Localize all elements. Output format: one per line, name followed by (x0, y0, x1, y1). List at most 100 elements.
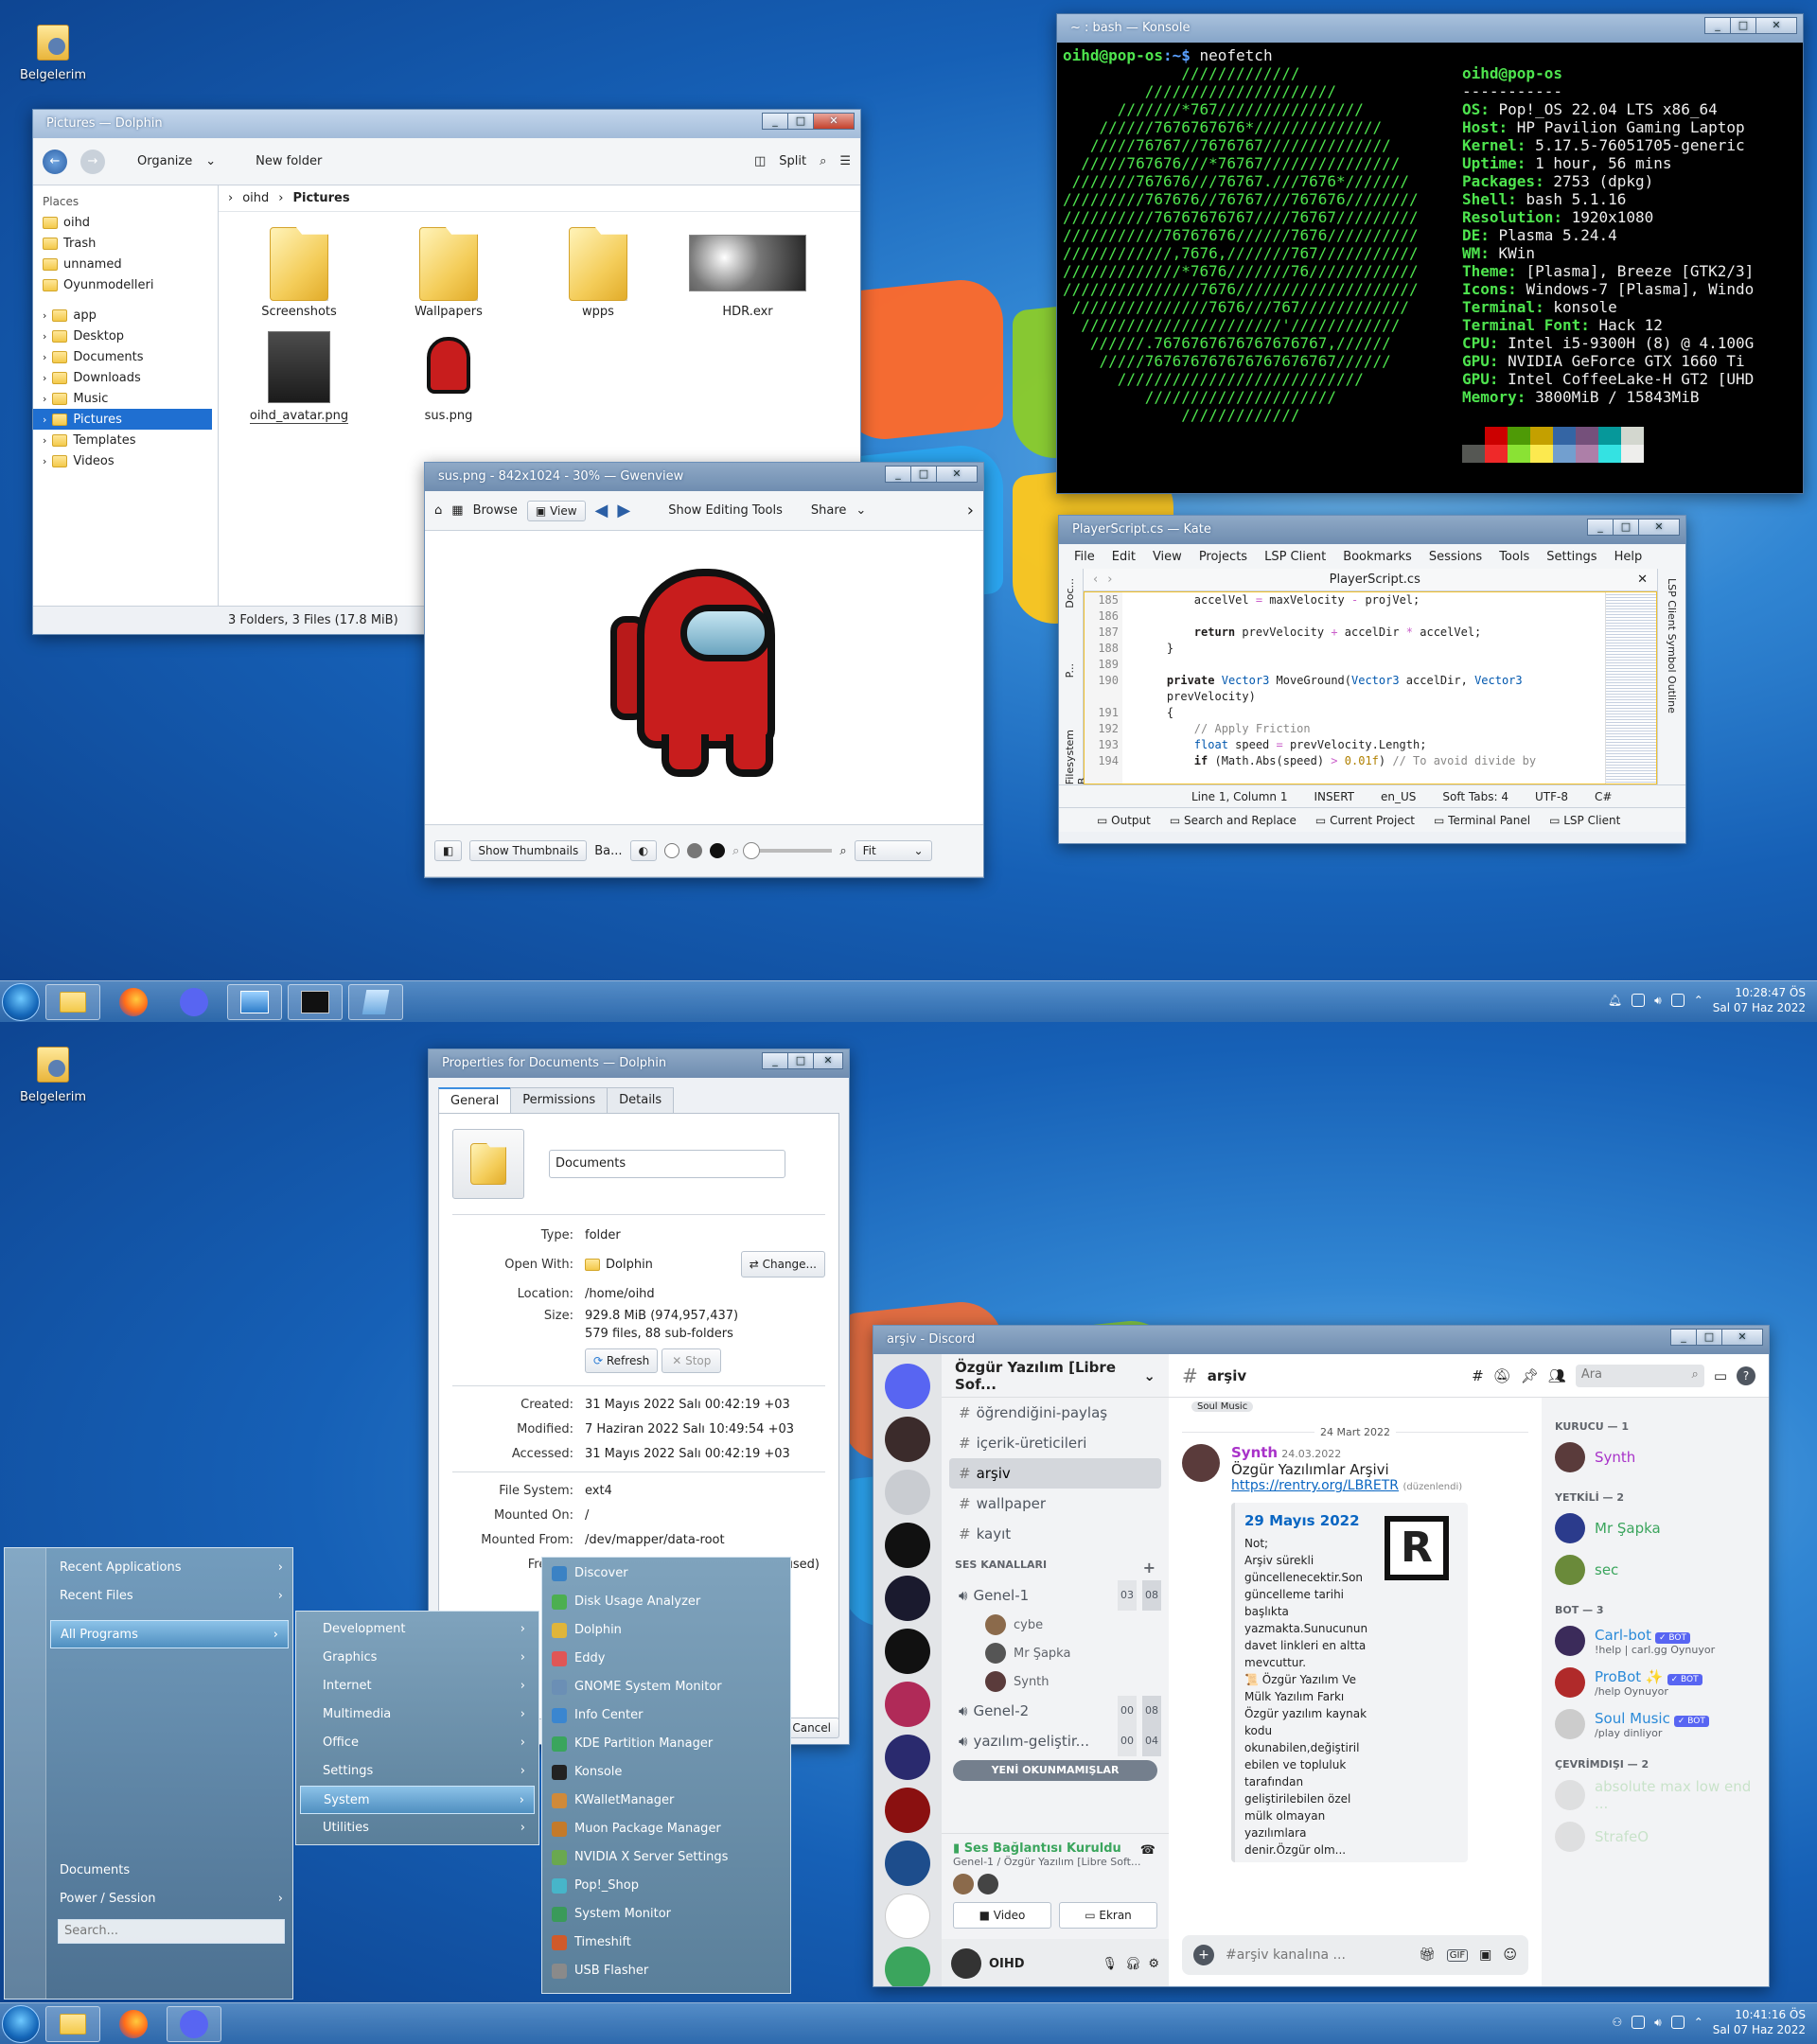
gwenview-titlebar[interactable]: sus.png - 842x1024 - 30% — Gwenview _ □ ✕ (425, 463, 983, 491)
konsole-titlebar[interactable]: ~ : bash — Konsole _ □ ✕ (1057, 14, 1803, 43)
channel-kay-t[interactable]: # kayıt (949, 1519, 1161, 1549)
voice-channel[interactable]: 🔊︎ yazılım-geliştir... 00 04 (949, 1726, 1161, 1756)
app-eddy[interactable]: Eddy (542, 1645, 790, 1673)
tree-item-documents[interactable]: › Documents (33, 346, 218, 367)
tree-item-videos[interactable]: › Videos (33, 450, 218, 471)
file-oihd-avatar[interactable]: oihd_avatar.png (238, 331, 361, 424)
sidebar-toggle-icon[interactable]: ◧ (434, 840, 463, 861)
taskbar-gwenview[interactable] (227, 984, 282, 1020)
close-button[interactable]: ✕ (813, 113, 855, 130)
tree-item-app[interactable]: › app (33, 305, 218, 326)
chevron-right-icon[interactable]: › (43, 455, 46, 467)
bg-white-icon[interactable] (664, 843, 680, 858)
status-en-us[interactable]: en_US (1381, 790, 1416, 803)
panel-tab-lsp-client[interactable]: ▭ LSP Client (1549, 814, 1620, 827)
bg-black-icon[interactable] (710, 843, 726, 858)
tree-item-downloads[interactable]: › Downloads (33, 367, 218, 388)
taskbar-kate[interactable] (348, 984, 403, 1020)
app-info-center[interactable]: Info Center (542, 1701, 790, 1730)
maximize-button[interactable]: □ (910, 466, 937, 483)
close-button[interactable]: ✕ (1721, 1329, 1763, 1346)
projects-tab[interactable]: P... (1064, 663, 1076, 678)
app-discover[interactable]: Discover (542, 1559, 790, 1588)
minimize-button[interactable]: _ (1587, 519, 1614, 536)
documents-tab[interactable]: Doc... (1064, 578, 1076, 608)
voice-channel[interactable]: 🔊︎ Genel-1 03 08 (949, 1580, 1161, 1611)
chevron-right-icon[interactable]: › (43, 309, 46, 322)
category-settings[interactable]: Settings › (300, 1757, 535, 1786)
menu-tools[interactable]: Tools (1499, 550, 1529, 564)
breadcrumb-pictures[interactable]: Pictures (292, 191, 349, 205)
headphones-icon[interactable]: 🎧︎ (1125, 1957, 1141, 1971)
category-development[interactable]: Development › (300, 1615, 535, 1644)
menu-projects[interactable]: Projects (1199, 550, 1247, 564)
tab-general[interactable]: General (438, 1087, 512, 1113)
minimize-button[interactable]: _ (762, 113, 788, 130)
search-input[interactable]: Search... (58, 1919, 285, 1944)
notification-icon[interactable]: 🔔︎ (1608, 994, 1622, 1007)
taskbar-dolphin[interactable] (45, 2006, 100, 2042)
status-insert[interactable]: INSERT (1314, 790, 1355, 803)
status-utf-8[interactable]: UTF-8 (1535, 790, 1568, 803)
member-item[interactable]: StrafeO (1542, 1816, 1769, 1858)
chevron-right-icon[interactable]: › (43, 372, 46, 384)
place-trash[interactable]: Trash (33, 233, 218, 254)
member-item[interactable]: Mr Şapka (1542, 1507, 1769, 1549)
bg-gray-icon[interactable] (687, 843, 703, 858)
taskbar-discord[interactable] (167, 984, 221, 1020)
stop-button[interactable]: ✕ Stop (662, 1348, 722, 1373)
app-system-monitor[interactable]: System Monitor (542, 1900, 790, 1929)
dolphin-titlebar[interactable]: Pictures — Dolphin _ □ ✕ (33, 110, 860, 138)
category-utilities[interactable]: Utilities › (300, 1814, 535, 1842)
category-internet[interactable]: Internet › (300, 1672, 535, 1700)
chevron-up-icon[interactable]: ⌃ (1694, 994, 1703, 1007)
gift-icon[interactable]: 🎁︎ (1419, 1947, 1436, 1963)
status-line-1-column-1[interactable]: Line 1, Column 1 (1191, 790, 1288, 803)
tab-forward-icon[interactable]: › (1107, 573, 1112, 587)
tab-playerscript[interactable]: PlayerScript.cs (1235, 573, 1515, 587)
attach-icon[interactable]: + (1193, 1945, 1214, 1965)
organize-menu[interactable]: Organize (137, 154, 192, 168)
app-disk-usage-analyzer[interactable]: Disk Usage Analyzer (542, 1588, 790, 1616)
forward-icon[interactable]: ▶ (617, 501, 630, 520)
server-icon[interactable] (885, 1735, 930, 1780)
discord-titlebar[interactable]: arşiv - Discord _ □ ✕ (873, 1326, 1769, 1354)
avatar[interactable] (1182, 1444, 1220, 1482)
minimize-button[interactable]: _ (1704, 17, 1731, 34)
message-link[interactable]: https://rentry.org/LBRETR (1231, 1478, 1399, 1493)
place-unnamed[interactable]: unnamed (33, 254, 218, 274)
app-kwalletmanager[interactable]: KWalletManager (542, 1787, 790, 1815)
close-tab-icon[interactable]: ✕ (1637, 573, 1648, 587)
file-screenshots[interactable]: Screenshots (238, 227, 361, 319)
chevron-right-icon[interactable]: › (967, 501, 974, 520)
taskbar-firefox[interactable] (106, 984, 161, 1020)
start-button[interactable] (2, 983, 40, 1021)
kate-titlebar[interactable]: PlayerScript.cs — Kate _ □ ✕ (1059, 516, 1685, 544)
discord-home-icon[interactable] (885, 1364, 930, 1409)
app-gnome-system-monitor[interactable]: GNOME System Monitor (542, 1673, 790, 1701)
voice-user[interactable]: Mr Şapka (949, 1639, 1161, 1667)
panel-tab-output[interactable]: ▭ Output (1097, 814, 1151, 827)
screen-share-button[interactable]: ▭ Ekran (1059, 1902, 1157, 1929)
chevron-up-icon[interactable]: ⌃ (1694, 2016, 1703, 2029)
status-c[interactable]: C# (1595, 790, 1612, 803)
file-wallpapers[interactable]: Wallpapers (387, 227, 510, 319)
add-server-icon[interactable] (885, 1894, 930, 1939)
app-konsole[interactable]: Konsole (542, 1758, 790, 1787)
search-input[interactable]: Ara ⌕ (1575, 1364, 1704, 1387)
maximize-button[interactable]: □ (1696, 1329, 1722, 1346)
minimize-button[interactable]: _ (885, 466, 911, 483)
gif-icon[interactable]: GIF (1446, 1948, 1469, 1962)
tree-item-templates[interactable]: › Templates (33, 430, 218, 450)
desktop-icon-belgelerim[interactable]: Belgelerim (13, 21, 93, 82)
start-button[interactable] (2, 2005, 40, 2043)
file-hdr-exr[interactable]: HDR.exr (686, 227, 809, 319)
chevron-right-icon[interactable]: › (43, 414, 46, 426)
menu-file[interactable]: File (1074, 550, 1095, 564)
back-icon[interactable]: ◀ (595, 501, 609, 520)
place-oyunmodelleri[interactable]: Oyunmodelleri (33, 274, 218, 295)
tab-permissions[interactable]: Permissions (510, 1087, 609, 1113)
panel-tab-search-and-replace[interactable]: ▭ Search and Replace (1170, 814, 1297, 827)
app-usb-flasher[interactable]: USB Flasher (542, 1957, 790, 1985)
network-icon[interactable]: ⚇ (1612, 2016, 1622, 2029)
